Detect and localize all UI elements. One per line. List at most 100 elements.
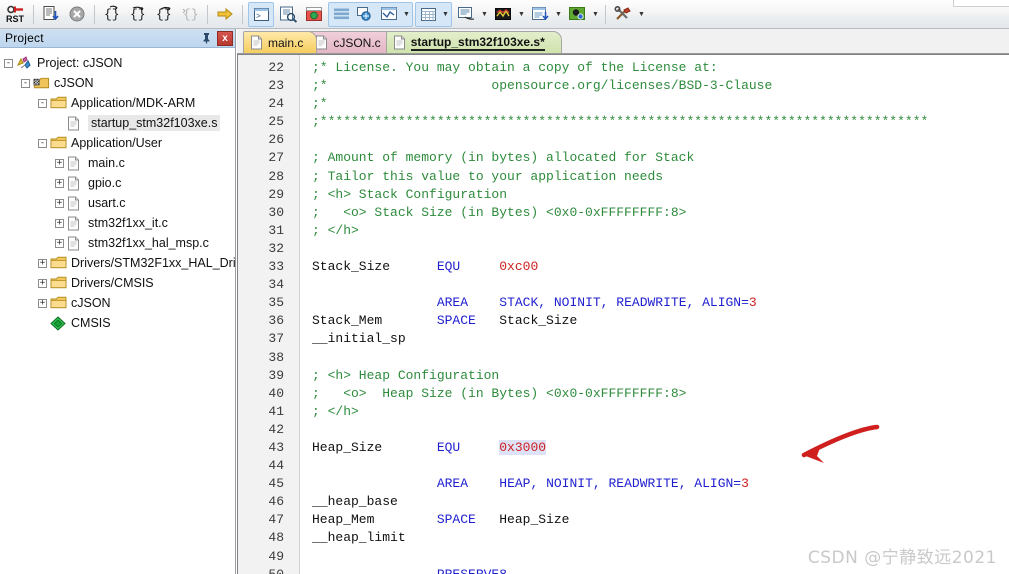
code-line[interactable]: 36 Stack_Mem SPACE Stack_Size — [238, 312, 1009, 330]
code-line[interactable]: 32 — [238, 240, 1009, 258]
reset-button[interactable]: RST — [4, 3, 28, 26]
disassembly-window-button[interactable] — [276, 3, 300, 26]
code-line[interactable]: 40 ; <o> Heap Size (in Bytes) <0x0-0xFFFF… — [238, 385, 1009, 403]
expand-expander-icon[interactable]: + — [55, 238, 64, 248]
code-line[interactable]: 23 ;* opensource.org/licenses/BSD-3-Claus… — [238, 77, 1009, 95]
toolbox-caret-icon[interactable]: ▼ — [636, 3, 647, 26]
svg-text:>: > — [256, 12, 261, 21]
close-icon[interactable]: x — [217, 30, 233, 46]
code-line[interactable]: 46 __heap_base — [238, 493, 1009, 511]
code-line[interactable]: 28 ; Tailor this value to your applicatio… — [238, 168, 1009, 186]
tree-item-drivers-cmsis[interactable]: + Drivers/CMSIS — [0, 273, 235, 293]
window-edge-sliver — [953, 0, 1009, 7]
code-editor[interactable]: 22 ;* License. You may obtain a copy of t… — [237, 54, 1009, 574]
step-out-button[interactable]: {} — [152, 3, 176, 26]
code-line[interactable]: 39 ; <h> Heap Configuration — [238, 367, 1009, 385]
run-to-line-button[interactable]: {} — [178, 3, 202, 26]
code-line[interactable]: 30 ; <o> Stack Size (in Bytes) <0x0-0xFFF… — [238, 204, 1009, 222]
watch-windows-button[interactable] — [377, 3, 401, 26]
pin-icon[interactable] — [199, 31, 214, 46]
tree-item-stm32f1xx-hal-msp-c[interactable]: + stm32f1xx_hal_msp.c — [0, 233, 235, 253]
trace-windows-button[interactable] — [528, 3, 552, 26]
command-window-button[interactable]: > — [249, 3, 273, 26]
editor-tab-cjson-c[interactable]: cJSON.c — [308, 31, 395, 53]
tree-item-label: Application/MDK-ARM — [71, 96, 196, 110]
code-line[interactable]: 34 — [238, 276, 1009, 294]
collapse-expander-icon[interactable]: - — [38, 138, 47, 148]
analysis-windows-button[interactable] — [491, 3, 515, 26]
tree-item-stm32f1xx-it-c[interactable]: + stm32f1xx_it.c — [0, 213, 235, 233]
collapse-expander-icon[interactable]: - — [38, 98, 47, 108]
tree-item-cjson[interactable]: + cJSON — [0, 293, 235, 313]
memory-windows-button[interactable] — [416, 3, 440, 26]
expand-expander-icon[interactable]: + — [55, 198, 64, 208]
line-number: 46 — [268, 494, 284, 510]
code-line[interactable]: 35 AREA STACK, NOINIT, READWRITE, ALIGN=… — [238, 294, 1009, 312]
symbols-window-button[interactable] — [302, 3, 326, 26]
serial-windows-button[interactable] — [454, 3, 478, 26]
code-token: ; Amount of memory (in bytes) allocated … — [312, 150, 695, 166]
expand-expander-icon[interactable]: + — [55, 158, 64, 168]
code-line[interactable]: 31 ; </h> — [238, 222, 1009, 240]
memory-windows-caret-icon[interactable]: ▼ — [440, 3, 451, 26]
code-line[interactable]: 24 ;* — [238, 95, 1009, 113]
tree-item-usart-c[interactable]: + usart.c — [0, 193, 235, 213]
line-number: 31 — [268, 222, 284, 238]
code-line[interactable]: 33 Stack_Size EQU 0xc00 — [238, 258, 1009, 276]
code-token: ; <h> Stack Configuration — [312, 186, 508, 202]
code-line[interactable]: 37 __initial_sp — [238, 330, 1009, 348]
code-line[interactable]: 42 — [238, 421, 1009, 439]
system-viewer-caret-icon[interactable]: ▼ — [590, 3, 601, 26]
code-line[interactable]: 41 ; </h> — [238, 403, 1009, 421]
collapse-expander-icon[interactable]: - — [21, 78, 30, 88]
editor-tab-startup-stm32f103xe-s[interactable]: startup_stm32f103xe.s* — [385, 31, 562, 53]
tree-item-application-user[interactable]: - Application/User — [0, 133, 235, 153]
expand-expander-icon[interactable]: + — [55, 178, 64, 188]
code-line[interactable]: 43 Heap_Size EQU 0x3000 — [238, 439, 1009, 457]
line-number: 23 — [268, 78, 284, 94]
step-button[interactable]: {} — [100, 3, 124, 26]
tree-item-application-mdk-arm[interactable]: - Application/MDK-ARM — [0, 93, 235, 113]
analysis-windows-caret-icon[interactable]: ▼ — [516, 3, 527, 26]
watch-windows-caret-icon[interactable]: ▼ — [401, 3, 412, 26]
tree-item-cmsis[interactable]: CMSIS — [0, 313, 235, 333]
project-tree[interactable]: - Project: cJSON - cJSON - Application/MDK… — [0, 48, 235, 573]
tree-item-drivers-stm32f1xx-hal-driv[interactable]: + Drivers/STM32F1xx_HAL_Driv — [0, 253, 235, 273]
run-to-cursor-button[interactable] — [39, 3, 63, 26]
expand-expander-icon[interactable]: + — [38, 278, 47, 288]
tree-item-label: usart.c — [88, 196, 126, 210]
tree-item-gpio-c[interactable]: + gpio.c — [0, 173, 235, 193]
tree-item-main-c[interactable]: + main.c — [0, 153, 235, 173]
code-lines[interactable]: 22 ;* License. You may obtain a copy of t… — [238, 55, 1009, 574]
code-line[interactable]: 47 Heap_Mem SPACE Heap_Size — [238, 511, 1009, 529]
expand-expander-icon[interactable]: + — [38, 298, 47, 308]
editor-tabbar[interactable]: main.c cJSON.c startup_stm32f103xe.s* — [237, 29, 1009, 54]
code-line[interactable]: 22 ;* License. You may obtain a copy of t… — [238, 59, 1009, 77]
code-line[interactable]: 44 — [238, 457, 1009, 475]
line-number: 33 — [268, 259, 284, 275]
tree-item-startup-stm32f103xe-s[interactable]: startup_stm32f103xe.s — [0, 113, 235, 133]
show-next-statement-button[interactable] — [213, 3, 237, 26]
collapse-expander-icon[interactable]: - — [4, 58, 13, 68]
step-over-button[interactable]: {} — [126, 3, 150, 26]
tree-item-project-cjson[interactable]: - Project: cJSON — [0, 53, 235, 73]
serial-windows-caret-icon[interactable]: ▼ — [479, 3, 490, 26]
trace-windows-caret-icon[interactable]: ▼ — [553, 3, 564, 26]
stop-debug-button[interactable] — [65, 3, 89, 26]
editor-tab-main-c[interactable]: main.c — [243, 31, 318, 53]
code-line[interactable]: 45 AREA HEAP, NOINIT, READWRITE, ALIGN=3 — [238, 475, 1009, 493]
expand-expander-icon[interactable]: + — [55, 218, 64, 228]
code-line[interactable]: 25 ;*************************************… — [238, 113, 1009, 131]
code-line[interactable]: 29 ; <h> Stack Configuration — [238, 186, 1009, 204]
code-line[interactable]: 26 — [238, 131, 1009, 149]
toolbox-button[interactable] — [611, 3, 635, 26]
call-stack-window-button[interactable] — [353, 3, 377, 26]
code-token: AREA — [436, 476, 469, 492]
expand-expander-icon[interactable]: + — [38, 258, 47, 268]
registers-window-button[interactable] — [329, 3, 353, 26]
code-line[interactable]: 27 ; Amount of memory (in bytes) allocate… — [238, 149, 1009, 167]
code-line[interactable]: 38 — [238, 349, 1009, 367]
system-viewer-button[interactable] — [565, 3, 589, 26]
tree-item-cjson[interactable]: - cJSON — [0, 73, 235, 93]
